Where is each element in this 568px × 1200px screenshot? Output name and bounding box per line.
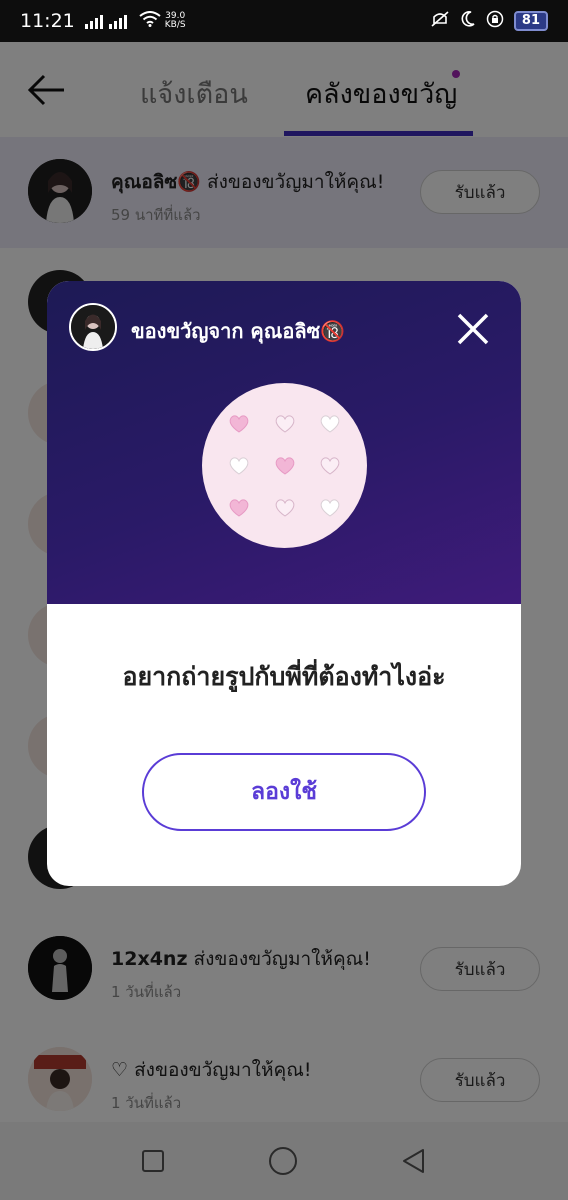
sender-avatar	[69, 303, 117, 351]
signal-icon	[84, 13, 103, 29]
gift-image	[202, 383, 367, 548]
gift-modal: ของขวัญจาก คุณอลิซ🔞 อยากถ่ายรูปกับพี่ที่…	[47, 281, 521, 886]
mute-icon	[430, 10, 450, 33]
lock-rotation-icon	[486, 10, 504, 33]
wifi-icon	[139, 10, 161, 32]
heart-icon	[229, 415, 249, 433]
heart-icon	[320, 457, 340, 475]
screen: 11:21 39.0KB/S 81 แจ้งเตือน คลังของขวัญ	[0, 0, 568, 1200]
heart-icon	[320, 499, 340, 517]
battery-indicator: 81	[513, 11, 548, 31]
moon-icon	[460, 10, 476, 33]
modal-title: ของขวัญจาก คุณอลิซ🔞	[131, 319, 346, 343]
close-icon	[457, 313, 489, 345]
status-right: 81	[430, 10, 548, 33]
status-time: 11:21	[20, 10, 75, 32]
close-button[interactable]	[453, 309, 493, 349]
status-bar: 11:21 39.0 KB/S 81	[0, 0, 568, 42]
heart-icon	[229, 457, 249, 475]
signal-icon-2	[108, 13, 127, 29]
heart-icon	[229, 499, 249, 517]
heart-icon	[275, 499, 295, 517]
modal-header-panel: ของขวัญจาก คุณอลิซ🔞	[47, 281, 521, 604]
heart-icon	[275, 415, 295, 433]
network-speed: 39.0 KB/S	[164, 11, 186, 30]
gift-message: อยากถ่ายรูปกับพี่ที่ต้องทำไงอ่ะ	[122, 662, 446, 691]
heart-icon	[320, 415, 340, 433]
try-button[interactable]: ลองใช้	[142, 753, 426, 831]
heart-icon	[275, 457, 295, 475]
